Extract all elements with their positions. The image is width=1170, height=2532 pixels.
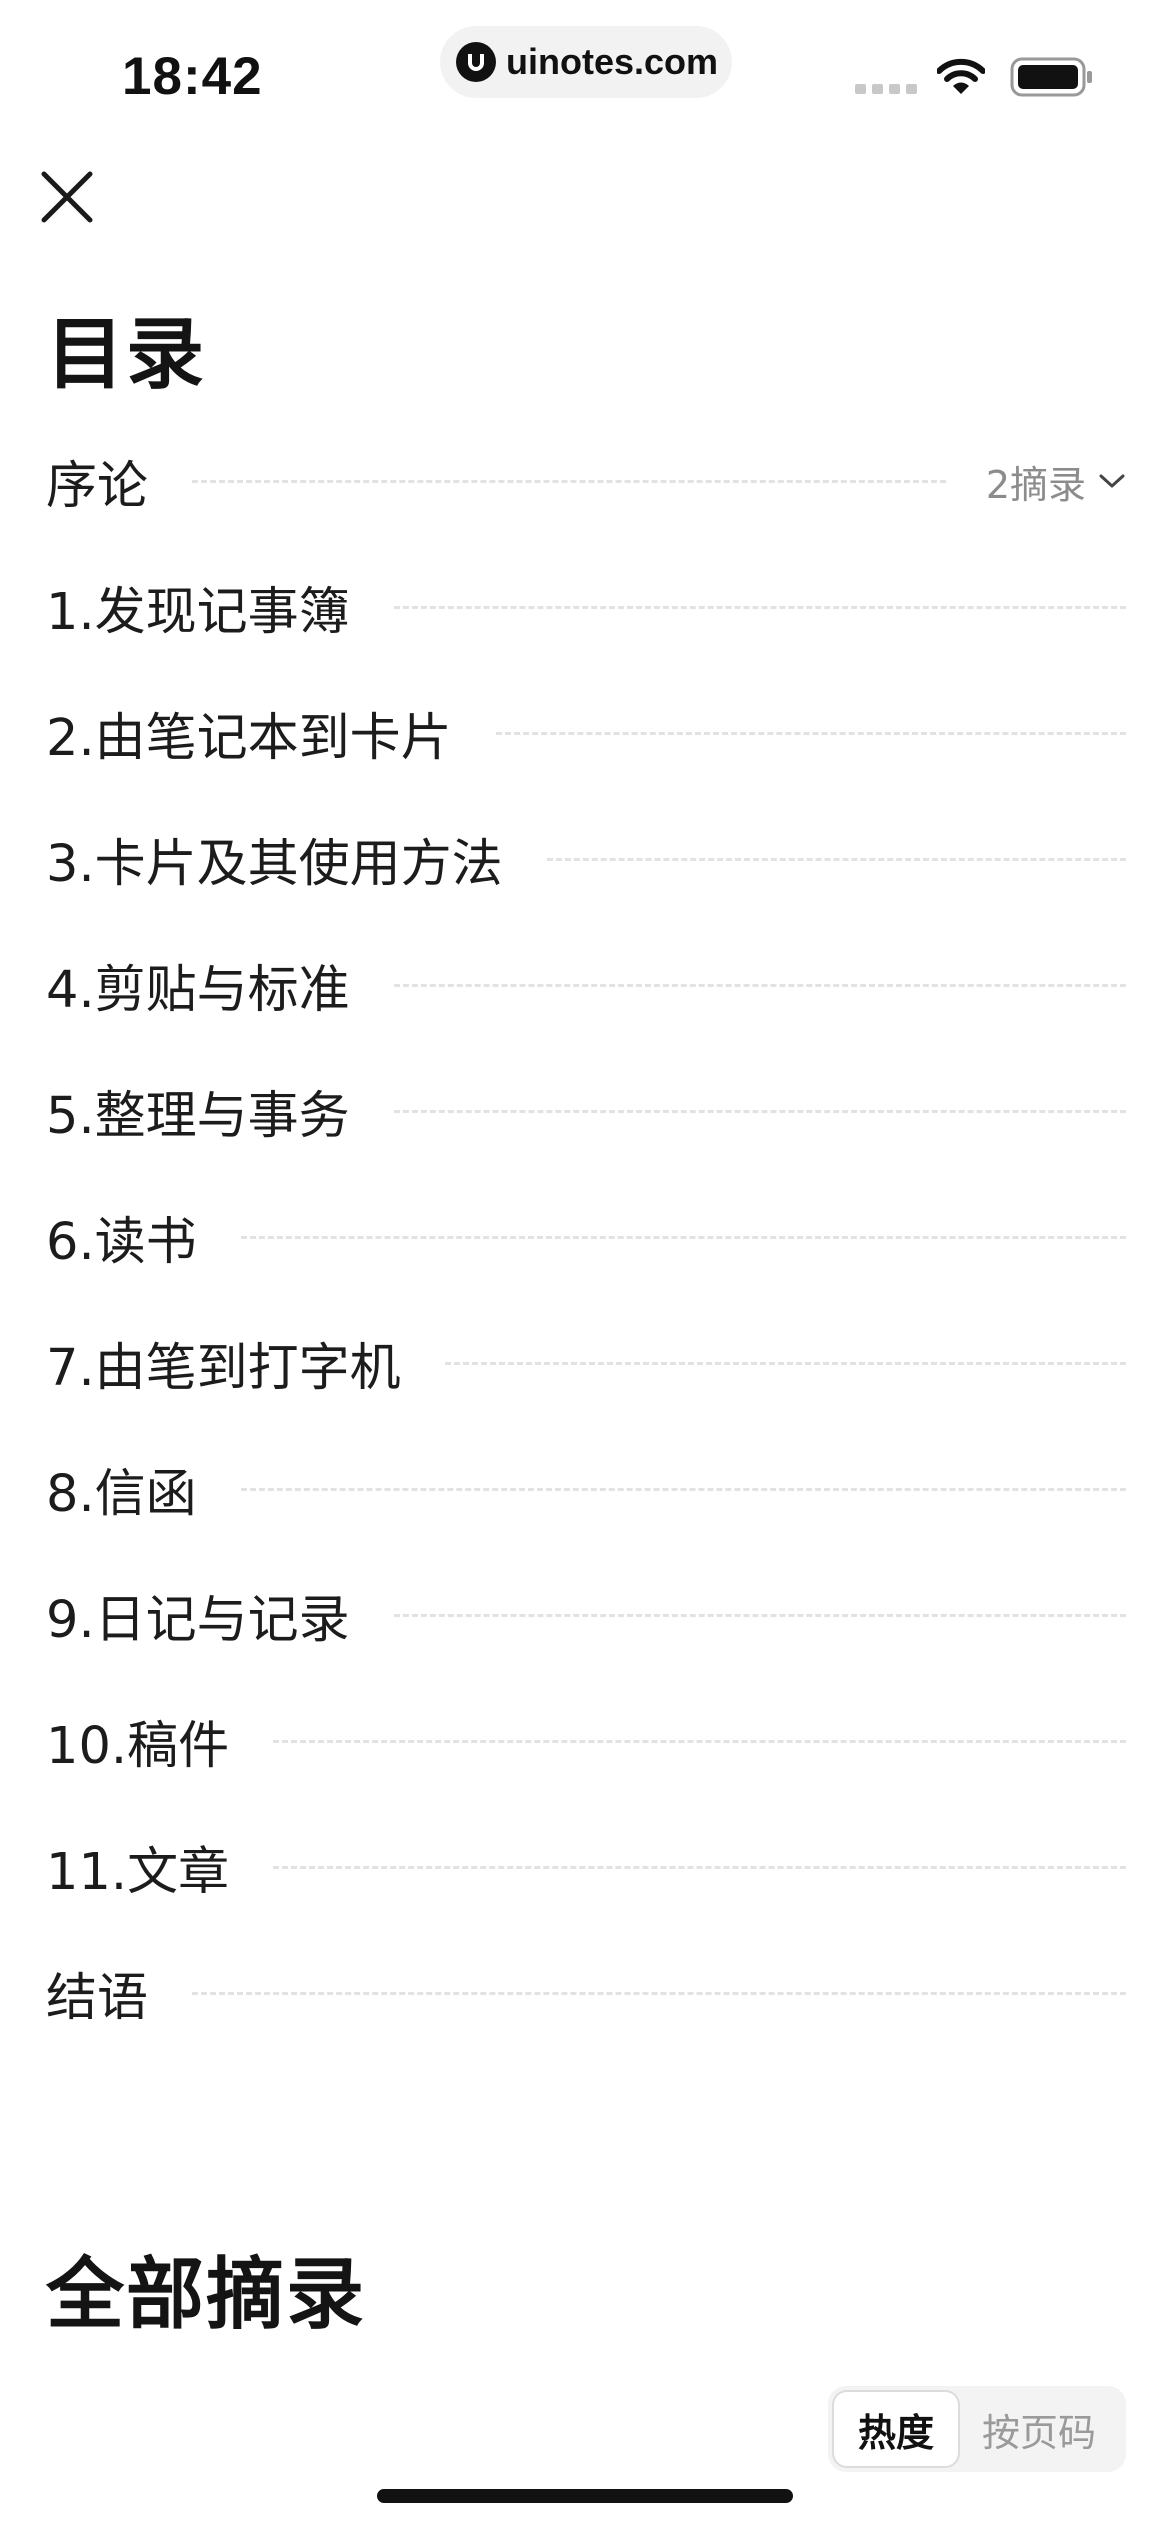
leader-line <box>393 1109 1126 1113</box>
leader-line <box>495 731 1126 735</box>
toc-item[interactable]: 结语 <box>46 1930 1126 2056</box>
leader-line <box>240 1235 1126 1239</box>
toc-item-label: 2.由笔记本到卡片 <box>46 709 452 768</box>
toc-item-label: 8.信函 <box>46 1465 197 1524</box>
site-logo-icon <box>456 42 496 82</box>
excerpt-count-toggle[interactable]: 2摘录 <box>986 454 1126 509</box>
battery-icon <box>1010 57 1092 97</box>
toc-item[interactable]: 1.发现记事簿 <box>46 544 1126 670</box>
toc-item[interactable]: 序论 2摘录 <box>46 418 1126 544</box>
close-button[interactable] <box>40 170 94 224</box>
leader-line <box>240 1487 1126 1491</box>
toc-list: 序论 2摘录 1.发现记事簿 2.由笔记本到卡片 3.卡片及其使用方法 4.剪贴… <box>46 418 1126 2056</box>
toc-item[interactable]: 2.由笔记本到卡片 <box>46 670 1126 796</box>
toc-item-label: 4.剪贴与标准 <box>46 961 350 1020</box>
excerpts-title: 全部摘录 <box>46 2250 367 2340</box>
leader-line <box>393 1613 1126 1617</box>
chevron-down-icon <box>1099 474 1125 488</box>
sort-by-page-button[interactable]: 按页码 <box>960 2390 1118 2468</box>
toc-item-label: 6.读书 <box>46 1213 197 1272</box>
toc-item[interactable]: 7.由笔到打字机 <box>46 1300 1126 1426</box>
toc-item-label: 1.发现记事簿 <box>46 583 350 642</box>
url-pill[interactable]: uinotes.com <box>440 26 732 98</box>
url-text: uinotes.com <box>506 41 719 82</box>
leader-line <box>444 1361 1126 1365</box>
status-time: 18:42 <box>122 47 263 106</box>
toc-item[interactable]: 3.卡片及其使用方法 <box>46 796 1126 922</box>
screen: 18:42 uinotes.com 目录 序论 2摘录 1.发现记事簿 2.由笔… <box>0 0 1170 2532</box>
home-indicator[interactable] <box>377 2489 793 2503</box>
excerpt-count: 2摘录 <box>985 462 1086 507</box>
toc-item-label: 3.卡片及其使用方法 <box>46 835 503 894</box>
signal-icon <box>855 84 917 94</box>
sort-by-popularity-button[interactable]: 热度 <box>832 2390 960 2468</box>
toc-item-label: 11.文章 <box>46 1843 230 1902</box>
toc-item-label: 结语 <box>46 1969 149 2028</box>
toc-item[interactable]: 10.稿件 <box>46 1678 1126 1804</box>
toc-item-label: 10.稿件 <box>46 1717 230 1776</box>
close-icon <box>41 171 93 223</box>
status-bar: 18:42 uinotes.com <box>0 0 1170 150</box>
leader-line <box>192 479 946 483</box>
leader-line <box>393 605 1126 609</box>
toc-item[interactable]: 9.日记与记录 <box>46 1552 1126 1678</box>
leader-line <box>192 1991 1126 1995</box>
leader-line <box>546 857 1126 861</box>
toc-item[interactable]: 6.读书 <box>46 1174 1126 1300</box>
toc-item-label: 9.日记与记录 <box>46 1591 350 1650</box>
toc-item-label: 序论 <box>46 457 149 516</box>
toc-item[interactable]: 4.剪贴与标准 <box>46 922 1126 1048</box>
toc-title: 目录 <box>46 310 207 400</box>
toc-item[interactable]: 8.信函 <box>46 1426 1126 1552</box>
toc-item[interactable]: 5.整理与事务 <box>46 1048 1126 1174</box>
toc-item[interactable]: 11.文章 <box>46 1804 1126 1930</box>
toc-item-label: 7.由笔到打字机 <box>46 1339 401 1398</box>
leader-line <box>273 1739 1126 1743</box>
leader-line <box>393 983 1126 987</box>
toc-item-label: 5.整理与事务 <box>46 1087 350 1146</box>
sort-toggle: 热度 按页码 <box>828 2386 1126 2472</box>
wifi-icon <box>937 58 985 94</box>
leader-line <box>273 1865 1126 1869</box>
